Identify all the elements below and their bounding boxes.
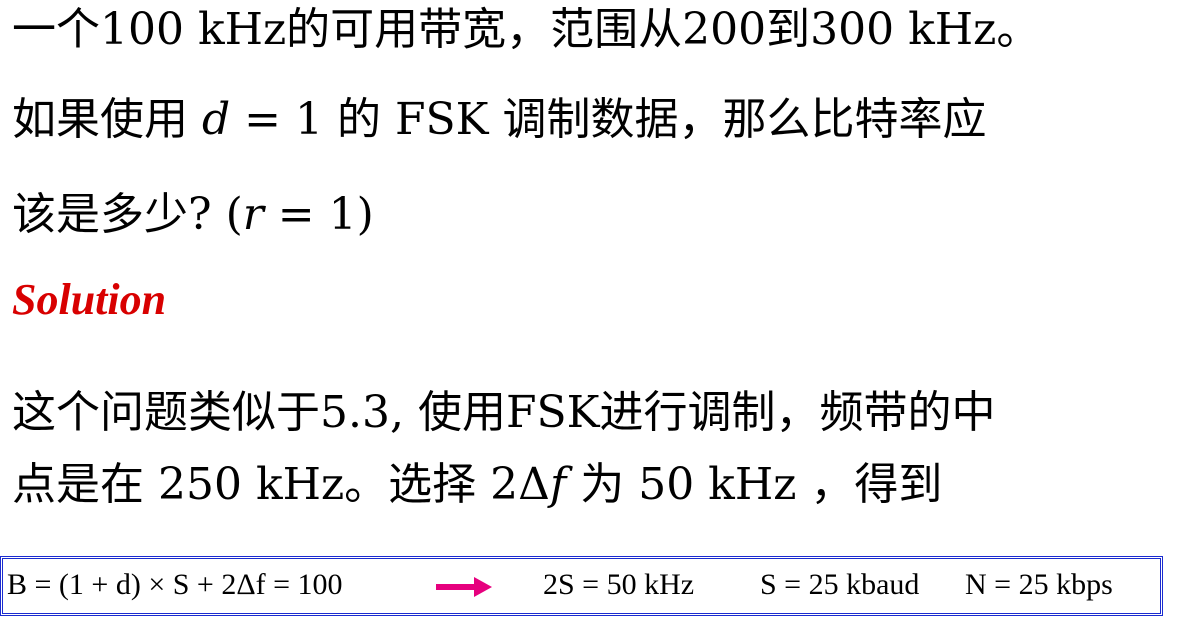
solution-line-2-end: 为 50 kHz ，得到 <box>566 459 943 510</box>
question-line-3-start: 该是多少? ( <box>12 189 243 240</box>
right-arrow-icon <box>436 577 492 597</box>
equation-formula: B = (1 + d) × S + 2Δf = 100 <box>7 568 343 601</box>
variable-f: f <box>549 459 567 510</box>
equation-result-baud: S = 25 kbaud <box>760 568 920 601</box>
solution-line-2-start: 点是在 250 kHz。选择 2Δ <box>12 459 550 510</box>
question-line-3-end: = 1) <box>263 189 374 240</box>
question-line-2: 如果使用 d = 1 的 FSK 调制数据，那么比特率应 <box>12 92 987 148</box>
equation-result-bandwidth: 2S = 50 kHz <box>543 568 695 601</box>
question-line-1: 一个100 kHz的可用带宽，范围从200到300 kHz。 <box>12 4 1041 55</box>
solution-line-1: 这个问题类似于5.3, 使用FSK进行调制，频带的中 <box>12 387 996 438</box>
variable-r: r <box>242 189 264 240</box>
question-line-3: 该是多少? (r = 1) <box>12 187 374 243</box>
variable-d: d <box>202 94 231 145</box>
equation-result-bitrate: N = 25 kbps <box>965 568 1113 601</box>
question-line-2-end: = 1 的 FSK 调制数据，那么比特率应 <box>230 94 987 145</box>
equation-box: B = (1 + d) × S + 2Δf = 100 2S = 50 kHz … <box>0 556 1163 616</box>
question-line-2-start: 如果使用 <box>12 94 202 145</box>
solution-heading: Solution <box>12 275 167 324</box>
solution-line-2: 点是在 250 kHz。选择 2Δf 为 50 kHz ，得到 <box>12 457 942 513</box>
